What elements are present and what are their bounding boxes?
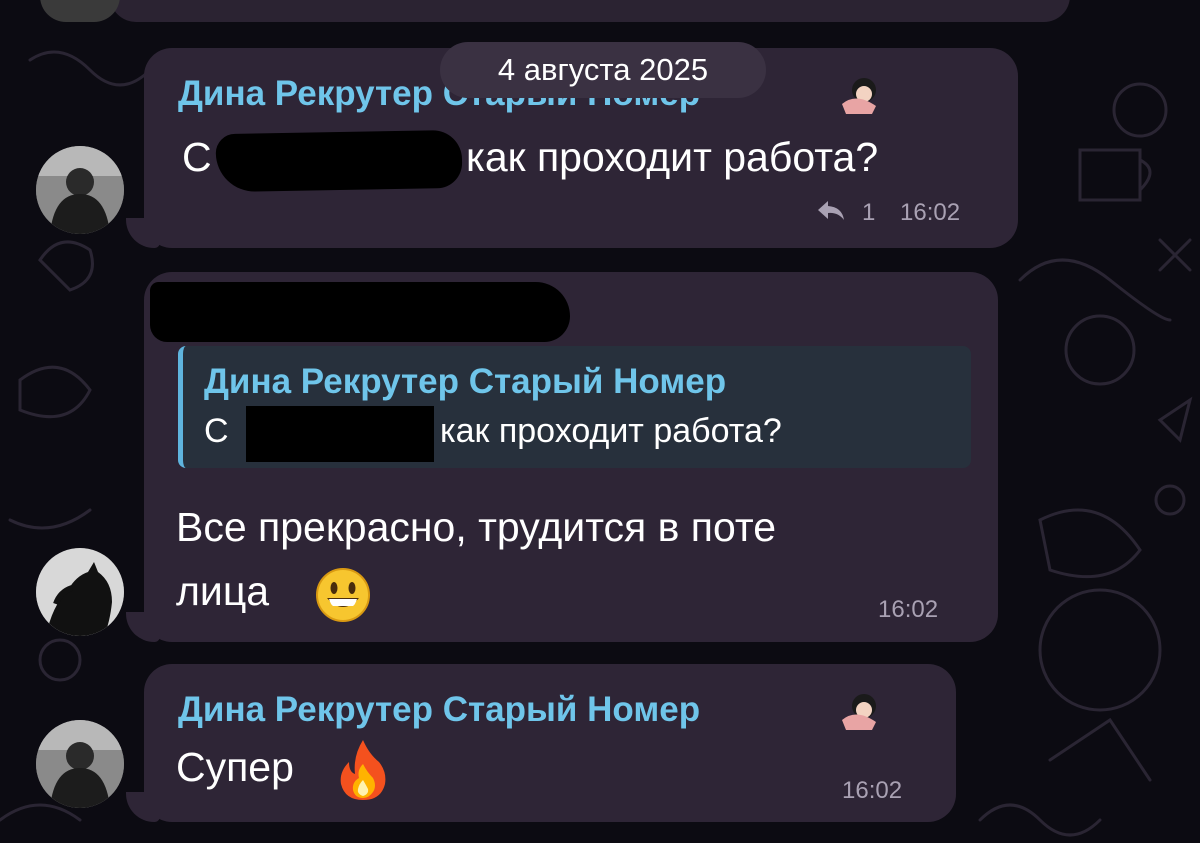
grinning-face-icon [314, 566, 372, 629]
reply-quote-text-prefix: С [204, 412, 229, 450]
person-photo-icon [36, 146, 124, 234]
message-time: 16:02 [878, 596, 939, 623]
message-text-line2: лица [176, 568, 270, 614]
message-text-line1: Все прекрасно, трудится в поте [176, 504, 777, 550]
message-text: как проходит работа? [466, 134, 879, 180]
reply-quote-sender: Дина Рекрутер Старый Номер [204, 362, 727, 401]
sender-name[interactable]: Дина Рекрутер Старый Номер [178, 690, 700, 730]
person-photo-icon [36, 720, 124, 808]
redacted-text [246, 406, 434, 462]
message-text-prefix: С [182, 134, 212, 180]
sender-avatar[interactable] [36, 720, 124, 808]
redacted-sender-name [150, 282, 570, 342]
sender-avatar[interactable] [36, 146, 124, 234]
message-text: Супер [176, 744, 294, 790]
date-separator: 4 августа 2025 [440, 42, 766, 98]
previous-message-bubble [110, 0, 1070, 22]
sticker-avatar-icon [838, 690, 882, 735]
redacted-text [215, 129, 463, 193]
message-bubble[interactable] [144, 664, 956, 822]
message-time: 16:02 [842, 777, 903, 804]
replies-count[interactable]: 1 [862, 199, 875, 227]
reply-quote-text: как проходит работа? [440, 412, 782, 450]
horse-photo-icon [36, 548, 124, 636]
reply-arrow-icon[interactable] [816, 199, 846, 230]
sticker-avatar-icon [838, 74, 882, 119]
message-time: 16:02 [900, 199, 961, 226]
fire-icon [338, 738, 388, 807]
sender-avatar[interactable] [36, 548, 124, 636]
